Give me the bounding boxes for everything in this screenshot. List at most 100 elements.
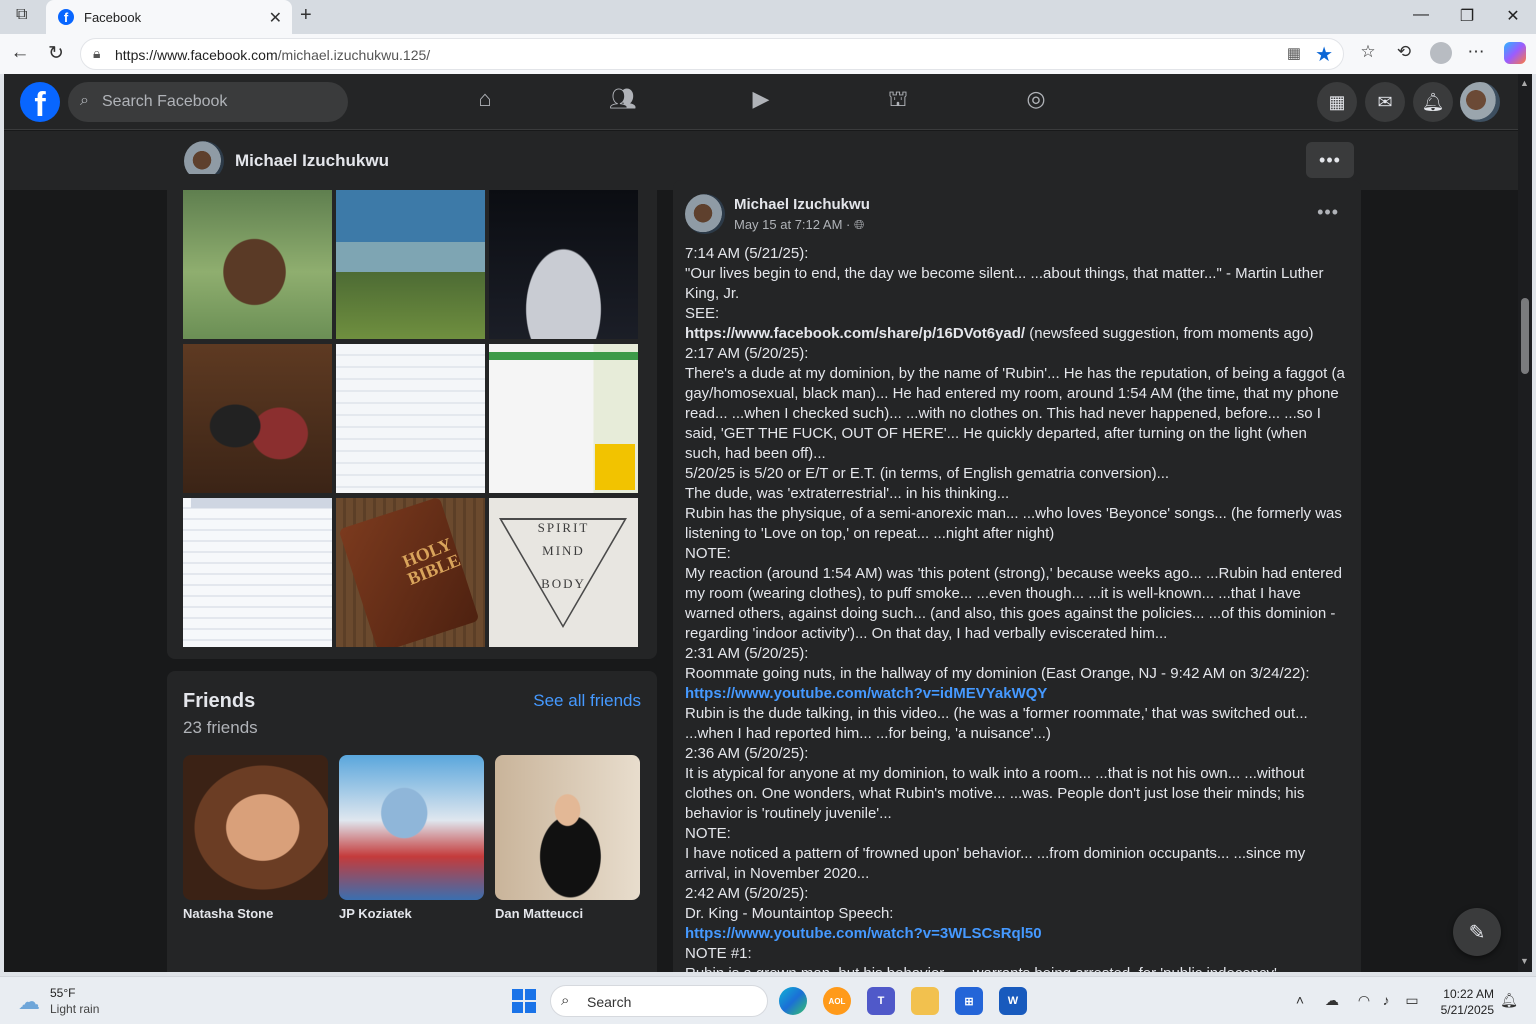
post-line-text: 2:31 AM (5/20/25): <box>685 645 809 662</box>
friend-tile[interactable]: JP Koziatek <box>339 755 484 921</box>
onedrive-icon[interactable]: ☁ <box>1323 992 1341 1009</box>
refresh-icon[interactable]: ↻ <box>44 42 68 65</box>
post-link[interactable]: https://www.facebook.com/share/p/16DVot6… <box>685 325 1025 342</box>
friend-photo[interactable] <box>183 755 328 900</box>
photo-thumbnail[interactable] <box>336 190 485 339</box>
post-more-icon[interactable]: ••• <box>1317 202 1339 223</box>
see-all-friends-link[interactable]: See all friends <box>533 691 641 711</box>
photo-thumbnail[interactable] <box>489 344 638 493</box>
volume-icon[interactable]: ♪ <box>1377 992 1395 1008</box>
scrollbar-thumb[interactable] <box>1521 298 1529 374</box>
close-window-icon[interactable]: ✕ <box>1498 6 1528 26</box>
wifi-icon[interactable]: ◠ <box>1355 992 1373 1009</box>
file-explorer-icon[interactable] <box>911 987 939 1015</box>
facebook-logo[interactable]: f <box>20 82 60 122</box>
bible-cover-text: HOLY BIBLE <box>399 533 464 589</box>
browser-tab-facebook[interactable]: f Facebook ✕ <box>46 0 292 34</box>
favorites-icon[interactable]: ☆ <box>1356 42 1380 62</box>
facebook-search[interactable]: ⌕ <box>68 82 348 122</box>
friend-photo[interactable] <box>339 755 484 900</box>
photo-thumbnail[interactable]: SPIRIT MIND BODY <box>489 498 638 647</box>
post-date[interactable]: May 15 at 7:12 AM · 🌐︎ <box>734 217 864 233</box>
minimize-icon[interactable]: — <box>1406 6 1436 24</box>
friend-name[interactable]: JP Koziatek <box>339 906 484 921</box>
friends-title[interactable]: Friends <box>183 690 255 713</box>
messenger-icon[interactable]: ✉ <box>1365 82 1405 122</box>
aol-icon[interactable]: AOL <box>823 987 851 1015</box>
friend-tile[interactable]: Natasha Stone <box>183 755 328 921</box>
search-input[interactable] <box>102 90 332 114</box>
photo-thumbnail[interactable] <box>183 344 332 493</box>
friends-icon[interactable]: 👥︎ <box>603 86 643 118</box>
friend-name[interactable]: Natasha Stone <box>183 906 328 921</box>
home-icon[interactable]: ⌂ <box>465 86 505 118</box>
history-icon[interactable]: ⟲ <box>1392 42 1416 62</box>
word-icon[interactable]: W <box>999 987 1027 1015</box>
photo-thumbnail[interactable] <box>183 190 332 339</box>
address-bar[interactable]: 🔒︎ https://www.facebook.com/michael.izuc… <box>80 38 1344 70</box>
menu-grid-icon[interactable]: ▦ <box>1317 82 1357 122</box>
start-button[interactable] <box>512 989 536 1013</box>
post-line: Rubin is a grown man, but his behavior..… <box>685 964 1345 972</box>
video-icon[interactable]: ▶ <box>741 86 781 118</box>
post-line-text: Rubin is the dude talking, in this video… <box>685 705 1308 742</box>
workspaces-icon[interactable]: ⧉ <box>16 6 27 24</box>
friend-name[interactable]: Dan Matteucci <box>495 906 640 921</box>
notification-icon[interactable]: 🔔︎ <box>1500 992 1518 1009</box>
browser-profile-avatar[interactable] <box>1430 42 1452 64</box>
photo-thumbnail[interactable] <box>336 344 485 493</box>
post-line: 7:14 AM (5/21/25): <box>685 244 1345 264</box>
favorite-star-icon[interactable]: ★ <box>1315 42 1333 67</box>
weather-cloud-icon[interactable]: ☁ <box>18 989 40 1015</box>
weather-desc[interactable]: Light rain <box>50 1002 99 1016</box>
post-author-name[interactable]: Michael Izuchukwu <box>734 196 870 213</box>
close-tab-icon[interactable]: ✕ <box>269 8 282 28</box>
teams-icon[interactable]: T <box>867 987 895 1015</box>
back-icon[interactable]: ← <box>8 42 32 64</box>
scroll-down-icon[interactable]: ▼ <box>1520 956 1529 966</box>
compose-message-icon[interactable]: ✎ <box>1453 908 1501 956</box>
groups-icon[interactable]: ◎ <box>1016 86 1056 118</box>
post-line: 2:42 AM (5/20/25): <box>685 884 1345 904</box>
triangle-word: MIND <box>542 543 585 558</box>
post-line-text: 5/20/25 is 5/20 or E/T or E.T. (in terms… <box>685 465 1170 482</box>
copilot-icon[interactable] <box>1504 42 1526 64</box>
url-text[interactable]: https://www.facebook.com/michael.izuchuk… <box>115 47 430 63</box>
friends-count: 23 friends <box>183 718 258 737</box>
settings-more-icon[interactable]: ⋯ <box>1464 42 1488 62</box>
marketplace-icon[interactable]: ⛫ <box>878 86 918 118</box>
post-line-text: NOTE #1: <box>685 945 752 962</box>
scroll-up-icon[interactable]: ▲ <box>1520 78 1529 88</box>
restore-icon[interactable]: ❐ <box>1452 6 1482 26</box>
post-author-avatar[interactable] <box>685 194 725 234</box>
tray-chevron-icon[interactable]: ˄ <box>1291 992 1309 1008</box>
photo-thumbnail[interactable] <box>489 190 638 339</box>
post-line-text: NOTE: <box>685 545 731 562</box>
post-line: My reaction (around 1:54 AM) was 'this p… <box>685 564 1345 644</box>
post-line: "Our lives begin to end, the day we beco… <box>685 264 1345 304</box>
new-tab-icon[interactable]: + <box>300 4 312 27</box>
app-available-icon[interactable]: ▦ <box>1287 44 1301 62</box>
post-line: Dr. King - Mountaintop Speech: <box>685 904 1345 924</box>
profile-more-icon[interactable]: ••• <box>1306 142 1354 178</box>
clock[interactable]: 10:22 AM 5/21/2025 <box>1434 986 1494 1018</box>
profile-name[interactable]: Michael Izuchukwu <box>235 151 389 171</box>
account-avatar[interactable] <box>1460 82 1500 122</box>
page-scrollbar[interactable]: ▲ ▼ <box>1518 74 1532 972</box>
edge-icon[interactable] <box>779 987 807 1015</box>
triangle-word: SPIRIT <box>537 520 590 535</box>
battery-icon[interactable]: ▭ <box>1403 992 1421 1009</box>
post-link[interactable]: https://www.youtube.com/watch?v=3WLSCsRq… <box>685 925 1042 942</box>
post-link[interactable]: https://www.youtube.com/watch?v=idMEVYak… <box>685 685 1047 702</box>
lock-icon[interactable]: 🔒︎ <box>93 45 100 62</box>
globe-icon: 🌐︎ <box>853 217 865 232</box>
weather-temp[interactable]: 55°F <box>50 986 75 1000</box>
post-line: 2:36 AM (5/20/25): <box>685 744 1345 764</box>
photo-thumbnail[interactable]: HOLY BIBLE <box>336 498 485 647</box>
photo-thumbnail[interactable] <box>183 498 332 647</box>
friend-tile[interactable]: Dan Matteucci <box>495 755 640 921</box>
taskbar-search[interactable]: ⌕ Search <box>550 985 768 1017</box>
friend-photo[interactable] <box>495 755 640 900</box>
store-icon[interactable]: ⊞ <box>955 987 983 1015</box>
notifications-bell-icon[interactable]: 🔔︎ <box>1413 82 1453 122</box>
